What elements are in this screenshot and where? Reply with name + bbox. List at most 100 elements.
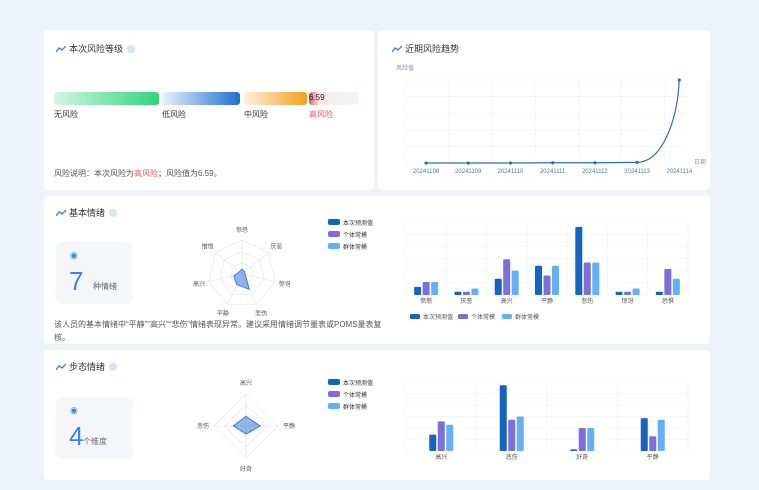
basic-emotion-description: 该人员的基本情绪中“平静”“高兴”“悲伤”情绪表现异常。建议采用情绪调节量表或P… <box>54 320 382 342</box>
gait-emotion-bar-chart: 高兴 悲伤 好奇 平静 <box>405 381 689 461</box>
bar[interactable] <box>578 428 586 451</box>
legend-label: 群体常模 <box>515 313 539 321</box>
risk-trend-chart: 风险值日期 20241108 20241109 20241110 20241111 202… <box>396 64 708 175</box>
x-tick-label: 悲伤 <box>581 297 593 305</box>
trend-point[interactable] <box>593 161 597 165</box>
x-tick-label: 悲伤 <box>506 453 518 461</box>
x-tick-label: 惊讶 <box>622 297 634 305</box>
x-tick-label: 好奇 <box>576 453 588 461</box>
risk-segment-label: 无风险 <box>54 110 78 119</box>
x-tick-label: 20241112 <box>582 169 608 175</box>
legend-swatch <box>328 243 340 249</box>
y-axis-label: 风险值 <box>396 64 414 72</box>
bar[interactable] <box>543 275 551 295</box>
bar[interactable] <box>422 282 430 295</box>
bar[interactable] <box>570 449 578 451</box>
legend-label: 个体常模 <box>343 232 368 239</box>
eye-icon: ◉ <box>70 250 78 260</box>
bar[interactable] <box>649 436 657 451</box>
bar[interactable] <box>462 291 470 295</box>
info-icon[interactable] <box>109 362 118 371</box>
bar[interactable] <box>592 262 600 295</box>
bar[interactable] <box>446 424 454 451</box>
basic-legend: 本次预测值个体常模 群体常模 <box>328 216 373 252</box>
bar[interactable] <box>429 434 437 451</box>
basic-emotion-title: 基本情绪 <box>56 206 118 219</box>
bar[interactable] <box>535 265 542 295</box>
info-icon[interactable] <box>127 44 136 53</box>
bar[interactable] <box>664 269 672 295</box>
legend-item[interactable]: 本次预测值 <box>328 216 373 228</box>
bar[interactable] <box>499 385 507 451</box>
bar[interactable] <box>672 278 680 295</box>
radar-label: 高兴 <box>240 379 252 387</box>
bar[interactable] <box>494 278 502 295</box>
legend-item[interactable]: 个体常模 <box>328 388 373 400</box>
trend-icon <box>56 363 66 370</box>
x-tick-label: 平静 <box>541 297 553 305</box>
eye-icon: ◉ <box>70 405 78 415</box>
radar-label: 惊恐 <box>236 226 248 234</box>
radar-label: 厌恶 <box>270 244 282 251</box>
legend-item[interactable]: 群体常模 <box>328 240 373 252</box>
x-tick-label: 20241114 <box>666 169 692 175</box>
emotion-count-unit: 种情绪 <box>93 282 117 291</box>
trend-point[interactable] <box>508 161 513 165</box>
bar[interactable] <box>587 428 595 451</box>
dimension-count: 4 <box>69 421 84 451</box>
bar[interactable] <box>437 421 445 451</box>
info-icon[interactable] <box>109 208 118 217</box>
bar[interactable] <box>657 419 665 451</box>
x-tick-label: 20241110 <box>498 169 524 175</box>
bar[interactable] <box>511 270 519 295</box>
bar[interactable] <box>552 265 559 295</box>
gait-emotion-title: 步态情绪 <box>56 360 118 373</box>
legend-label: 个体常模 <box>471 313 495 321</box>
radar-label: 悲伤 <box>255 310 267 318</box>
radar-label: 高兴 <box>193 280 205 288</box>
legend-swatch <box>458 314 468 319</box>
bar[interactable] <box>471 288 479 295</box>
x-tick-label: 厌恶 <box>460 298 472 305</box>
legend-swatch <box>328 379 340 385</box>
bar[interactable] <box>655 291 663 295</box>
legend-label: 本次预测值 <box>423 313 453 321</box>
risk-segment-bar <box>244 92 307 105</box>
x-tick-label: 恐惧 <box>662 297 674 305</box>
x-tick-label: 20241109 <box>455 169 482 175</box>
bar[interactable] <box>508 419 516 451</box>
risk-level-title: 本次风险等级 <box>56 42 136 55</box>
x-tick-label: 20241113 <box>624 169 650 175</box>
legend-swatch <box>328 403 340 409</box>
bar[interactable] <box>615 291 623 295</box>
bar[interactable] <box>624 291 632 295</box>
trend-point[interactable] <box>466 161 470 165</box>
bar[interactable] <box>640 418 648 451</box>
trend-point[interactable] <box>551 161 555 165</box>
radar-label: 平静 <box>217 310 229 318</box>
legend-item[interactable]: 个体常模 <box>328 228 373 240</box>
bar[interactable] <box>431 282 439 295</box>
risk-segment-bar <box>54 92 159 105</box>
risk-level-highlight: 高风险 <box>134 169 158 178</box>
bar[interactable] <box>454 291 462 295</box>
bar[interactable] <box>583 262 591 295</box>
trend-point[interactable] <box>677 78 681 82</box>
legend-item[interactable]: 本次预测值 <box>328 376 373 388</box>
emotion-count: 7 <box>69 266 84 296</box>
risk-segment-label: 高风险 <box>309 110 333 119</box>
legend-swatch <box>328 391 340 397</box>
bar[interactable] <box>632 288 640 295</box>
dimension-count-box: ◉ 4 个维度 <box>55 397 133 459</box>
trend-point[interactable] <box>635 160 639 164</box>
gait-emotion-radar: 高兴平静好奇 悲伤 <box>197 379 295 473</box>
bar[interactable] <box>414 286 422 295</box>
legend-label: 本次预测值 <box>343 380 374 387</box>
bar[interactable] <box>516 416 524 452</box>
trend-line <box>426 79 680 164</box>
legend-item[interactable]: 群体常模 <box>328 400 373 412</box>
bar[interactable] <box>575 226 583 295</box>
basic-emotion-card: 基本情绪 ◉ 7 种情绪 惊恐 厌恶 惊讶 悲伤 平静 高兴 憎恨 本次预测值 个体常模 群体常… <box>44 196 710 344</box>
trend-point[interactable] <box>424 161 428 165</box>
bar[interactable] <box>503 259 511 295</box>
